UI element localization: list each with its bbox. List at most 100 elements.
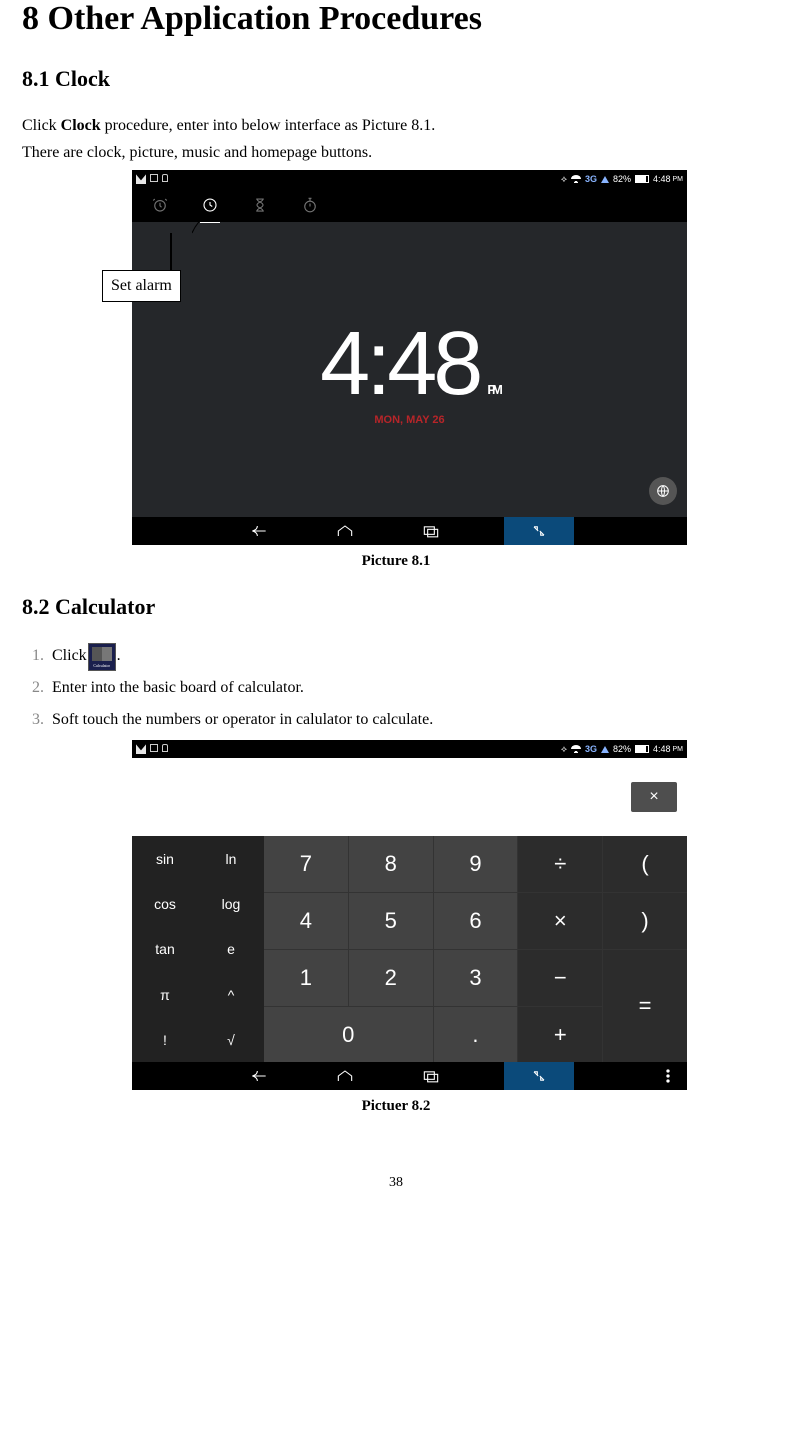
set-alarm-callout: Set alarm: [102, 270, 181, 302]
txt: procedure, enter into below interface as…: [101, 117, 436, 134]
step-2: 2. Enter into the basic board of calcula…: [22, 672, 770, 704]
key-9[interactable]: 9: [434, 836, 518, 892]
scientific-panel: sin ln cos log tan e π ^ ! √: [132, 836, 264, 1062]
step-num: 2.: [22, 672, 44, 704]
keypad: 7 8 9 ÷ ( 4 5 6 × ) 1 2 3 − = 0 . +: [264, 836, 687, 1062]
step-3: 3. Soft touch the numbers or operator in…: [22, 704, 770, 736]
power-button[interactable]: ^: [198, 972, 264, 1017]
calculator-app-icon: [88, 643, 116, 671]
txt: Enter into the basic board of calculator…: [52, 672, 770, 704]
key-multiply[interactable]: ×: [518, 893, 602, 949]
clock-bold: Clock: [61, 117, 101, 134]
key-dot[interactable]: .: [434, 1007, 518, 1063]
calculator-screenshot: ⟡ 3G 82% 4:48 PM × sin ln cos log tan e …: [132, 740, 687, 1090]
e-button[interactable]: e: [198, 927, 264, 972]
page-title: 8 Other Application Procedures: [22, 0, 770, 38]
key-subtract[interactable]: −: [518, 950, 602, 1006]
key-2[interactable]: 2: [349, 950, 433, 1006]
txt: Click: [22, 117, 61, 134]
factorial-button[interactable]: !: [132, 1017, 198, 1062]
sin-button[interactable]: sin: [132, 836, 198, 881]
home-button[interactable]: [332, 1067, 358, 1085]
key-4[interactable]: 4: [264, 893, 348, 949]
txt: Click: [52, 647, 87, 664]
recents-button[interactable]: [418, 522, 444, 540]
android-nav-bar: [132, 1062, 687, 1090]
status-bar: ⟡ 3G 82% 4:48 PM: [132, 170, 687, 188]
battery-pct: 82%: [613, 744, 631, 754]
step-num: 3.: [22, 704, 44, 736]
clock-intro-1: Click Clock procedure, enter into below …: [22, 112, 770, 139]
status-time: 4:48: [653, 744, 671, 754]
key-0[interactable]: 0: [264, 1007, 433, 1063]
notification-icon: [150, 744, 158, 752]
back-button[interactable]: [246, 1067, 272, 1085]
txt: .: [117, 647, 121, 664]
delete-button[interactable]: ×: [631, 782, 677, 812]
section-calculator-heading: 8.2 Calculator: [22, 594, 770, 620]
clock-date: MON, MAY 26: [374, 414, 444, 426]
globe-fab[interactable]: [649, 477, 677, 505]
back-button[interactable]: [246, 522, 272, 540]
ln-button[interactable]: ln: [198, 836, 264, 881]
android-nav-bar: [132, 517, 687, 545]
signal-icon: [601, 176, 609, 183]
key-8[interactable]: 8: [349, 836, 433, 892]
status-ampm: PM: [673, 746, 684, 753]
notification-icon: [136, 744, 146, 754]
pi-button[interactable]: π: [132, 972, 198, 1017]
lock-icon: [162, 744, 168, 752]
status-time: 4:48: [653, 174, 671, 184]
key-6[interactable]: 6: [434, 893, 518, 949]
stopwatch-tab[interactable]: [300, 195, 320, 215]
key-equals[interactable]: =: [603, 950, 687, 1063]
notification-icon: [136, 174, 146, 184]
key-divide[interactable]: ÷: [518, 836, 602, 892]
recents-button[interactable]: [418, 1067, 444, 1085]
key-add[interactable]: +: [518, 1007, 602, 1063]
status-bar: ⟡ 3G 82% 4:48 PM: [132, 740, 687, 758]
cos-button[interactable]: cos: [132, 882, 198, 927]
key-5[interactable]: 5: [349, 893, 433, 949]
lock-icon: [162, 174, 168, 182]
key-1[interactable]: 1: [264, 950, 348, 1006]
sqrt-button[interactable]: √: [198, 1017, 264, 1062]
step-1: 1. Click.: [22, 640, 770, 672]
key-3[interactable]: 3: [434, 950, 518, 1006]
page-number: 38: [22, 1175, 770, 1191]
battery-icon: [635, 175, 649, 183]
screenshot-button[interactable]: [504, 517, 574, 545]
battery-pct: 82%: [613, 174, 631, 184]
txt: Soft touch the numbers or operator in ca…: [52, 704, 770, 736]
key-lparen[interactable]: (: [603, 836, 687, 892]
callout-arrow: [192, 205, 242, 235]
section-clock-heading: 8.1 Clock: [22, 66, 770, 92]
bluetooth-icon: ⟡: [561, 744, 567, 755]
alarm-tab[interactable]: [150, 195, 170, 215]
network-label: 3G: [585, 744, 597, 754]
clock-time-display: 4:48 PM: [320, 313, 499, 416]
screenshot-button[interactable]: [504, 1062, 574, 1090]
figure-caption-1: Picture 8.1: [22, 553, 770, 570]
clock-ampm: PM: [487, 382, 499, 397]
clock-intro-2: There are clock, picture, music and home…: [22, 139, 770, 166]
figure-caption-2: Pictuer 8.2: [22, 1098, 770, 1115]
signal-icon: [601, 746, 609, 753]
tan-button[interactable]: tan: [132, 927, 198, 972]
battery-icon: [635, 745, 649, 753]
timer-tab[interactable]: [250, 195, 270, 215]
log-button[interactable]: log: [198, 882, 264, 927]
step-num: 1.: [22, 640, 44, 672]
menu-button[interactable]: [655, 1067, 681, 1085]
key-7[interactable]: 7: [264, 836, 348, 892]
calc-display: ×: [132, 758, 687, 836]
clock-time: 4:48: [320, 313, 479, 416]
wifi-icon: [571, 175, 581, 183]
status-ampm: PM: [673, 176, 684, 183]
wifi-icon: [571, 745, 581, 753]
bluetooth-icon: ⟡: [561, 174, 567, 185]
notification-icon: [150, 174, 158, 182]
home-button[interactable]: [332, 522, 358, 540]
network-label: 3G: [585, 174, 597, 184]
key-rparen[interactable]: ): [603, 893, 687, 949]
